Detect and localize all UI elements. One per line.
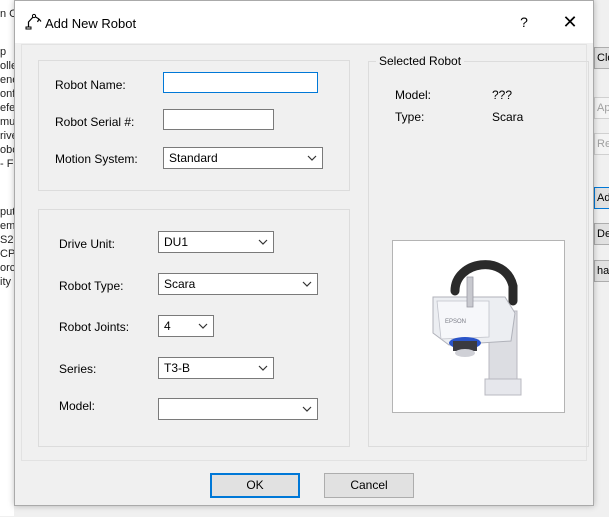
robot-joints-select[interactable]: 4: [158, 315, 214, 337]
model-label: Model:: [59, 399, 96, 413]
help-button[interactable]: ?: [512, 10, 536, 34]
background-app-status-strip: [14, 505, 594, 517]
selected-model-value: ???: [492, 88, 513, 102]
robot-preview-image: EPSON: [392, 240, 565, 413]
series-value: T3-B: [164, 361, 191, 375]
robot-name-label: Robot Name:: [55, 78, 126, 92]
bg-fragment: S2: [0, 234, 14, 246]
chevron-down-icon: [198, 323, 208, 329]
bg-restore-button[interactable]: Res: [594, 133, 609, 155]
bg-fragment: rive: [0, 130, 14, 142]
add-new-robot-dialog: Add New Robot ? ✕ Robot Name: Robot Seri…: [14, 0, 594, 506]
chevron-down-icon: [307, 155, 317, 161]
bg-fragment: n C: [0, 8, 14, 20]
chevron-down-icon: [302, 281, 312, 287]
drive-unit-value: DU1: [164, 235, 189, 249]
ok-button[interactable]: OK: [210, 473, 300, 498]
dialog-title: Add New Robot: [45, 16, 137, 31]
close-button[interactable]: ✕: [558, 10, 582, 34]
robot-logo-text: EPSON: [445, 319, 466, 325]
robot-serial-label: Robot Serial #:: [55, 115, 135, 129]
selected-robot-title: Selected Robot: [376, 54, 465, 68]
cancel-button[interactable]: Cancel: [324, 473, 414, 498]
robot-arm-icon: [25, 13, 42, 30]
bg-fragment: em: [0, 220, 14, 232]
bg-fragment: ene: [0, 74, 14, 86]
bg-fragment: obo: [0, 144, 14, 156]
bg-apply-button[interactable]: Ap: [594, 97, 609, 119]
bg-fragment: put: [0, 206, 14, 218]
chevron-down-icon: [258, 365, 268, 371]
bg-change-button[interactable]: han: [594, 260, 609, 282]
motion-system-value: Standard: [169, 151, 218, 165]
dialog-titlebar: Add New Robot ? ✕: [15, 1, 593, 43]
chevron-down-icon: [302, 406, 312, 412]
robot-serial-input[interactable]: [163, 109, 274, 130]
chevron-down-icon: [258, 239, 268, 245]
bg-add-button[interactable]: Ad: [594, 187, 609, 209]
robot-type-select[interactable]: Scara: [158, 273, 318, 295]
bg-fragment: ity: [0, 276, 11, 288]
drive-unit-select[interactable]: DU1: [158, 231, 274, 253]
bg-fragment: CP: [0, 248, 14, 260]
scara-robot-illustration: EPSON: [393, 241, 564, 412]
motion-system-select[interactable]: Standard: [163, 147, 323, 169]
bg-fragment: efe: [0, 102, 14, 114]
series-label: Series:: [59, 362, 97, 376]
bg-fragment: p: [0, 46, 7, 58]
motion-system-label: Motion System:: [55, 152, 138, 166]
drive-unit-label: Drive Unit:: [59, 237, 116, 251]
bg-fragment: onfi: [0, 88, 14, 100]
bg-fragment: orce: [0, 262, 14, 274]
robot-name-input[interactable]: [163, 72, 318, 93]
robot-joints-label: Robot Joints:: [59, 320, 130, 334]
bg-fragment: mu: [0, 116, 14, 128]
robot-joints-value: 4: [164, 319, 171, 333]
selected-model-label: Model:: [395, 88, 432, 102]
robot-type-label: Robot Type:: [59, 279, 124, 293]
bg-fragment: - F: [0, 158, 14, 170]
selected-type-value: Scara: [492, 110, 524, 124]
bg-fragment: olle: [0, 60, 14, 72]
background-app-right-panel: Clo Ap Res Ad Del han: [594, 0, 609, 516]
series-select[interactable]: T3-B: [158, 357, 274, 379]
model-select[interactable]: [158, 398, 318, 420]
selected-type-label: Type:: [395, 110, 425, 124]
robot-type-value: Scara: [164, 277, 196, 291]
bg-delete-button[interactable]: Del: [594, 223, 609, 245]
background-app-left-panel: n C p olle ene onfi efe mu rive obo - F …: [0, 0, 14, 516]
bg-close-button[interactable]: Clo: [594, 47, 609, 69]
